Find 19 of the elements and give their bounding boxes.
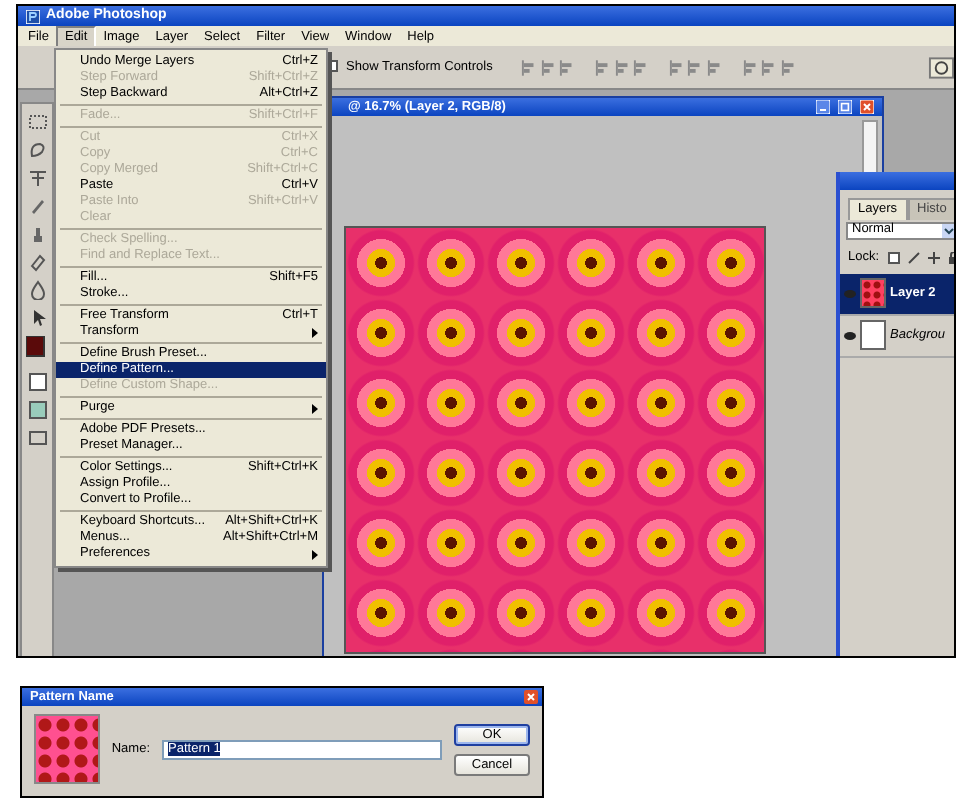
app-icon	[26, 9, 40, 23]
close-icon[interactable]	[524, 690, 538, 704]
submenu-arrow-icon	[312, 327, 318, 337]
eye-icon[interactable]	[844, 331, 856, 340]
layer-thumbnail	[860, 278, 886, 309]
caret-icon	[942, 223, 954, 238]
lock-transparency-icon[interactable]	[887, 251, 900, 264]
submenu-arrow-icon	[312, 549, 318, 559]
layer-thumbnail	[860, 320, 886, 351]
move-icon[interactable]	[927, 251, 940, 264]
minimize-icon[interactable]	[816, 100, 830, 114]
panel-title-bar	[840, 172, 954, 190]
palette-icon[interactable]	[927, 55, 954, 79]
tool-icon[interactable]	[27, 168, 47, 188]
maximize-icon[interactable]	[838, 100, 852, 114]
close-icon[interactable]	[860, 100, 874, 114]
brush-icon[interactable]	[907, 251, 920, 264]
submenu-arrow-icon	[312, 403, 318, 413]
pattern-thumbnail	[34, 714, 100, 784]
